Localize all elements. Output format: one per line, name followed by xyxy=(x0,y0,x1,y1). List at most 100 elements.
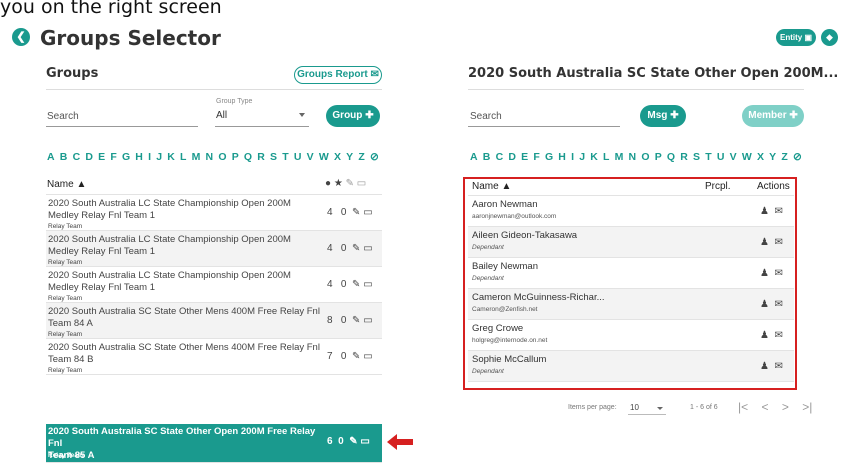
items-per-page-select[interactable]: 10 xyxy=(630,403,639,412)
group-row[interactable]: 2020 South Australia SC State Other Mens… xyxy=(46,303,382,339)
letter-x[interactable]: X xyxy=(334,151,341,163)
groups-alphabet-filter[interactable]: A B C D E F G H I J K L M N O P Q R S T U V W X Y Z ⊘ xyxy=(47,151,384,163)
edit-icon[interactable]: ✎ xyxy=(352,351,360,362)
letter-p[interactable]: P xyxy=(232,151,239,163)
letter-q[interactable]: Q xyxy=(244,151,252,163)
prev-page-icon[interactable]: < xyxy=(761,400,768,414)
letter-z[interactable]: Z xyxy=(781,151,787,163)
trash-icon[interactable]: ▭ xyxy=(363,207,372,218)
chevron-down-icon[interactable] xyxy=(657,407,663,410)
edit-icon[interactable]: ✎ xyxy=(352,243,360,254)
groups-search-input[interactable]: Search xyxy=(47,111,79,122)
group-row-title: 2020 South Australia SC State Other Open… xyxy=(48,426,316,461)
member-count: 4 xyxy=(327,243,333,254)
trash-icon[interactable]: ▭ xyxy=(363,243,372,254)
letter-n[interactable]: N xyxy=(206,151,214,163)
letter-p[interactable]: P xyxy=(655,151,662,163)
letter-c[interactable]: C xyxy=(496,151,504,163)
group-row[interactable]: 2020 South Australia LC State Championsh… xyxy=(46,231,382,267)
letter-v[interactable]: V xyxy=(307,151,314,163)
letter-v[interactable]: V xyxy=(730,151,737,163)
edit-icon[interactable]: ✎ xyxy=(352,279,360,290)
edit-icon: ✎ xyxy=(345,178,354,189)
last-page-icon[interactable]: >| xyxy=(802,400,812,414)
chevron-down-icon[interactable] xyxy=(299,113,305,117)
trash-icon[interactable]: ▭ xyxy=(363,351,372,362)
letter-y[interactable]: Y xyxy=(346,151,353,163)
letter-z[interactable]: Z xyxy=(358,151,364,163)
letter-q[interactable]: Q xyxy=(667,151,675,163)
letter-s[interactable]: S xyxy=(693,151,700,163)
letter-j[interactable]: J xyxy=(579,151,585,163)
letter-x[interactable]: X xyxy=(757,151,764,163)
edit-icon[interactable]: ✎ xyxy=(352,207,360,218)
group-type-select[interactable]: All xyxy=(216,110,227,121)
letter-d[interactable]: D xyxy=(508,151,516,163)
letter-t[interactable]: T xyxy=(282,151,288,163)
letter-y[interactable]: Y xyxy=(769,151,776,163)
add-group-button[interactable]: Group ✚ xyxy=(326,105,380,127)
letter-h[interactable]: H xyxy=(558,151,566,163)
letter-r[interactable]: R xyxy=(257,151,265,163)
add-member-button[interactable]: Member ✚ xyxy=(742,105,804,127)
letter-e[interactable]: E xyxy=(521,151,528,163)
letter-g[interactable]: G xyxy=(545,151,553,163)
items-per-page-label: Items per page: xyxy=(568,404,617,411)
letter-t[interactable]: T xyxy=(705,151,711,163)
tag-icon[interactable]: ◆ xyxy=(821,29,838,46)
letter-m[interactable]: M xyxy=(192,151,201,163)
member-count: 6 xyxy=(327,436,333,447)
letter-o[interactable]: O xyxy=(218,151,226,163)
letter-n[interactable]: N xyxy=(629,151,637,163)
group-row[interactable]: 2020 South Australia LC State Championsh… xyxy=(46,195,382,231)
clear-filter-icon[interactable]: ⊘ xyxy=(370,151,379,163)
next-page-icon[interactable]: > xyxy=(782,400,789,414)
edit-icon[interactable]: ✎ xyxy=(349,436,357,447)
groups-name-header[interactable]: Name ▲ xyxy=(47,179,86,190)
letter-d[interactable]: D xyxy=(85,151,93,163)
trash-icon[interactable]: ▭ xyxy=(363,315,372,326)
letter-i[interactable]: I xyxy=(571,151,574,163)
letter-i[interactable]: I xyxy=(148,151,151,163)
letter-b[interactable]: B xyxy=(60,151,68,163)
letter-w[interactable]: W xyxy=(742,151,752,163)
letter-j[interactable]: J xyxy=(156,151,162,163)
letter-g[interactable]: G xyxy=(122,151,130,163)
edit-icon[interactable]: ✎ xyxy=(352,315,360,326)
groups-report-button[interactable]: Groups Report ✉ xyxy=(294,66,382,84)
letter-a[interactable]: A xyxy=(470,151,478,163)
letter-a[interactable]: A xyxy=(47,151,55,163)
members-alphabet-filter[interactable]: A B C D E F G H I J K L M N O P Q R S T U V W X Y Z ⊘ xyxy=(470,151,807,163)
letter-h[interactable]: H xyxy=(135,151,143,163)
group-row[interactable]: 2020 South Australia SC State Other Mens… xyxy=(46,339,382,375)
letter-m[interactable]: M xyxy=(615,151,624,163)
star-count: 0 xyxy=(340,279,347,290)
group-row-selected[interactable]: 2020 South Australia SC State Other Open… xyxy=(46,424,382,463)
group-row[interactable]: 2020 South Australia LC State Championsh… xyxy=(46,267,382,303)
clear-filter-icon[interactable]: ⊘ xyxy=(793,151,802,163)
members-search-underline xyxy=(468,126,620,127)
letter-r[interactable]: R xyxy=(680,151,688,163)
trash-icon[interactable]: ▭ xyxy=(360,436,369,447)
letter-l[interactable]: L xyxy=(180,151,186,163)
letter-k[interactable]: K xyxy=(590,151,598,163)
letter-f[interactable]: F xyxy=(533,151,539,163)
letter-w[interactable]: W xyxy=(319,151,329,163)
letter-o[interactable]: O xyxy=(641,151,649,163)
entity-button[interactable]: Entity ▣ xyxy=(776,29,816,46)
pager-range: 1 - 6 of 6 xyxy=(690,404,718,411)
letter-k[interactable]: K xyxy=(167,151,175,163)
members-search-input[interactable]: Search xyxy=(470,111,502,122)
letter-l[interactable]: L xyxy=(603,151,609,163)
letter-s[interactable]: S xyxy=(270,151,277,163)
first-page-icon[interactable]: |< xyxy=(738,400,748,414)
letter-e[interactable]: E xyxy=(98,151,105,163)
letter-u[interactable]: U xyxy=(294,151,302,163)
msg-button[interactable]: Msg ✚ xyxy=(640,105,686,127)
letter-b[interactable]: B xyxy=(483,151,491,163)
back-icon[interactable]: ❮ xyxy=(12,28,30,46)
trash-icon[interactable]: ▭ xyxy=(363,279,372,290)
letter-u[interactable]: U xyxy=(717,151,725,163)
letter-f[interactable]: F xyxy=(110,151,116,163)
letter-c[interactable]: C xyxy=(73,151,81,163)
